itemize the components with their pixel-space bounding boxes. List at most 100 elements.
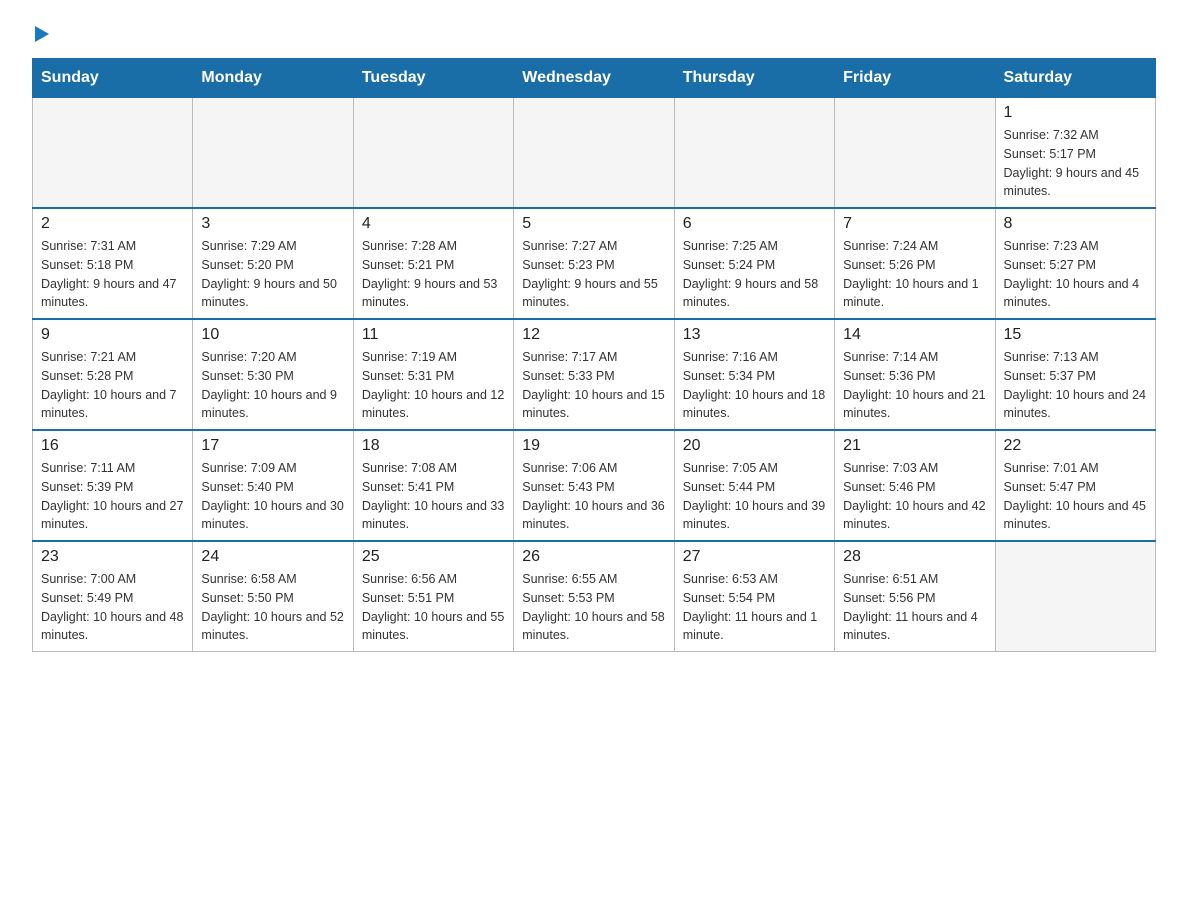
calendar-cell bbox=[995, 541, 1155, 652]
calendar-cell: 6 Sunrise: 7:25 AMSunset: 5:24 PMDaylight… bbox=[674, 208, 834, 319]
day-info: Sunrise: 6:56 AMSunset: 5:51 PMDaylight:… bbox=[362, 570, 505, 645]
weekday-header-friday: Friday bbox=[835, 59, 995, 98]
calendar-cell bbox=[33, 98, 193, 209]
day-number: 5 bbox=[522, 215, 665, 233]
day-info: Sunrise: 7:03 AMSunset: 5:46 PMDaylight:… bbox=[843, 459, 986, 534]
calendar-cell: 5 Sunrise: 7:27 AMSunset: 5:23 PMDaylight… bbox=[514, 208, 674, 319]
calendar-cell bbox=[674, 98, 834, 209]
calendar-cell bbox=[353, 98, 513, 209]
day-info: Sunrise: 7:08 AMSunset: 5:41 PMDaylight:… bbox=[362, 459, 505, 534]
calendar-cell: 4 Sunrise: 7:28 AMSunset: 5:21 PMDaylight… bbox=[353, 208, 513, 319]
day-number: 2 bbox=[41, 215, 184, 233]
weekday-header-sunday: Sunday bbox=[33, 59, 193, 98]
day-info: Sunrise: 7:29 AMSunset: 5:20 PMDaylight:… bbox=[201, 237, 344, 312]
day-number: 22 bbox=[1004, 437, 1147, 455]
day-info: Sunrise: 7:17 AMSunset: 5:33 PMDaylight:… bbox=[522, 348, 665, 423]
weekday-header-saturday: Saturday bbox=[995, 59, 1155, 98]
calendar-week-3: 9Sunrise: 7:21 AMSunset: 5:28 PMDaylight… bbox=[33, 319, 1156, 430]
calendar-cell bbox=[835, 98, 995, 209]
page-header bbox=[32, 24, 1156, 42]
day-info: Sunrise: 7:24 AMSunset: 5:26 PMDaylight:… bbox=[843, 237, 986, 312]
day-info: Sunrise: 7:16 AMSunset: 5:34 PMDaylight:… bbox=[683, 348, 826, 423]
calendar-table: SundayMondayTuesdayWednesdayThursdayFrid… bbox=[32, 58, 1156, 652]
weekday-header-row: SundayMondayTuesdayWednesdayThursdayFrid… bbox=[33, 59, 1156, 98]
day-info: Sunrise: 7:32 AMSunset: 5:17 PMDaylight:… bbox=[1004, 126, 1147, 201]
day-number: 23 bbox=[41, 548, 184, 566]
day-number: 7 bbox=[843, 215, 986, 233]
weekday-header-monday: Monday bbox=[193, 59, 353, 98]
day-number: 6 bbox=[683, 215, 826, 233]
day-number: 25 bbox=[362, 548, 505, 566]
calendar-cell: 27 Sunrise: 6:53 AMSunset: 5:54 PMDayligh… bbox=[674, 541, 834, 652]
day-info: Sunrise: 6:58 AMSunset: 5:50 PMDaylight:… bbox=[201, 570, 344, 645]
calendar-cell: 12 Sunrise: 7:17 AMSunset: 5:33 PMDayligh… bbox=[514, 319, 674, 430]
day-info: Sunrise: 7:09 AMSunset: 5:40 PMDaylight:… bbox=[201, 459, 344, 534]
day-number: 21 bbox=[843, 437, 986, 455]
day-number: 20 bbox=[683, 437, 826, 455]
day-number: 11 bbox=[362, 326, 505, 344]
calendar-cell: 14 Sunrise: 7:14 AMSunset: 5:36 PMDayligh… bbox=[835, 319, 995, 430]
calendar-cell: 13 Sunrise: 7:16 AMSunset: 5:34 PMDayligh… bbox=[674, 319, 834, 430]
calendar-week-2: 2 Sunrise: 7:31 AMSunset: 5:18 PMDaylight… bbox=[33, 208, 1156, 319]
day-number: 1 bbox=[1004, 104, 1147, 122]
calendar-cell: 10 Sunrise: 7:20 AMSunset: 5:30 PMDayligh… bbox=[193, 319, 353, 430]
day-number: 15 bbox=[1004, 326, 1147, 344]
calendar-cell: 22 Sunrise: 7:01 AMSunset: 5:47 PMDayligh… bbox=[995, 430, 1155, 541]
day-info: Sunrise: 7:20 AMSunset: 5:30 PMDaylight:… bbox=[201, 348, 344, 423]
day-info: Sunrise: 6:55 AMSunset: 5:53 PMDaylight:… bbox=[522, 570, 665, 645]
day-info: Sunrise: 7:31 AMSunset: 5:18 PMDaylight:… bbox=[41, 237, 184, 312]
day-number: 10 bbox=[201, 326, 344, 344]
calendar-cell: 15Sunrise: 7:13 AMSunset: 5:37 PMDayligh… bbox=[995, 319, 1155, 430]
calendar-cell: 26Sunrise: 6:55 AMSunset: 5:53 PMDayligh… bbox=[514, 541, 674, 652]
day-number: 12 bbox=[522, 326, 665, 344]
calendar-cell: 8 Sunrise: 7:23 AMSunset: 5:27 PMDaylight… bbox=[995, 208, 1155, 319]
day-number: 28 bbox=[843, 548, 986, 566]
day-info: Sunrise: 7:14 AMSunset: 5:36 PMDaylight:… bbox=[843, 348, 986, 423]
day-info: Sunrise: 7:05 AMSunset: 5:44 PMDaylight:… bbox=[683, 459, 826, 534]
calendar-cell: 2 Sunrise: 7:31 AMSunset: 5:18 PMDaylight… bbox=[33, 208, 193, 319]
day-info: Sunrise: 7:11 AMSunset: 5:39 PMDaylight:… bbox=[41, 459, 184, 534]
day-number: 19 bbox=[522, 437, 665, 455]
day-info: Sunrise: 7:23 AMSunset: 5:27 PMDaylight:… bbox=[1004, 237, 1147, 312]
day-info: Sunrise: 7:28 AMSunset: 5:21 PMDaylight:… bbox=[362, 237, 505, 312]
day-number: 13 bbox=[683, 326, 826, 344]
calendar-cell: 24Sunrise: 6:58 AMSunset: 5:50 PMDayligh… bbox=[193, 541, 353, 652]
calendar-cell: 9Sunrise: 7:21 AMSunset: 5:28 PMDaylight… bbox=[33, 319, 193, 430]
day-number: 8 bbox=[1004, 215, 1147, 233]
calendar-cell: 23Sunrise: 7:00 AMSunset: 5:49 PMDayligh… bbox=[33, 541, 193, 652]
calendar-week-5: 23Sunrise: 7:00 AMSunset: 5:49 PMDayligh… bbox=[33, 541, 1156, 652]
calendar-week-1: 1 Sunrise: 7:32 AMSunset: 5:17 PMDaylight… bbox=[33, 98, 1156, 209]
day-number: 27 bbox=[683, 548, 826, 566]
calendar-cell: 25 Sunrise: 6:56 AMSunset: 5:51 PMDayligh… bbox=[353, 541, 513, 652]
weekday-header-thursday: Thursday bbox=[674, 59, 834, 98]
calendar-week-4: 16 Sunrise: 7:11 AMSunset: 5:39 PMDayligh… bbox=[33, 430, 1156, 541]
day-info: Sunrise: 7:19 AMSunset: 5:31 PMDaylight:… bbox=[362, 348, 505, 423]
day-info: Sunrise: 7:21 AMSunset: 5:28 PMDaylight:… bbox=[41, 348, 184, 423]
logo bbox=[32, 24, 49, 42]
calendar-cell: 11 Sunrise: 7:19 AMSunset: 5:31 PMDayligh… bbox=[353, 319, 513, 430]
calendar-cell: 18Sunrise: 7:08 AMSunset: 5:41 PMDayligh… bbox=[353, 430, 513, 541]
day-number: 14 bbox=[843, 326, 986, 344]
day-number: 17 bbox=[201, 437, 344, 455]
day-info: Sunrise: 6:53 AMSunset: 5:54 PMDaylight:… bbox=[683, 570, 826, 645]
day-number: 16 bbox=[41, 437, 184, 455]
calendar-cell bbox=[514, 98, 674, 209]
day-info: Sunrise: 7:01 AMSunset: 5:47 PMDaylight:… bbox=[1004, 459, 1147, 534]
calendar-cell: 17 Sunrise: 7:09 AMSunset: 5:40 PMDayligh… bbox=[193, 430, 353, 541]
day-number: 4 bbox=[362, 215, 505, 233]
calendar-cell: 3 Sunrise: 7:29 AMSunset: 5:20 PMDaylight… bbox=[193, 208, 353, 319]
day-info: Sunrise: 7:25 AMSunset: 5:24 PMDaylight:… bbox=[683, 237, 826, 312]
day-number: 3 bbox=[201, 215, 344, 233]
calendar-cell: 28 Sunrise: 6:51 AMSunset: 5:56 PMDayligh… bbox=[835, 541, 995, 652]
calendar-cell: 16 Sunrise: 7:11 AMSunset: 5:39 PMDayligh… bbox=[33, 430, 193, 541]
logo-arrow-icon bbox=[35, 26, 49, 42]
day-info: Sunrise: 6:51 AMSunset: 5:56 PMDaylight:… bbox=[843, 570, 986, 645]
calendar-cell: 7 Sunrise: 7:24 AMSunset: 5:26 PMDaylight… bbox=[835, 208, 995, 319]
calendar-cell bbox=[193, 98, 353, 209]
calendar-cell: 1 Sunrise: 7:32 AMSunset: 5:17 PMDaylight… bbox=[995, 98, 1155, 209]
day-info: Sunrise: 7:27 AMSunset: 5:23 PMDaylight:… bbox=[522, 237, 665, 312]
calendar-cell: 21 Sunrise: 7:03 AMSunset: 5:46 PMDayligh… bbox=[835, 430, 995, 541]
calendar-cell: 20 Sunrise: 7:05 AMSunset: 5:44 PMDayligh… bbox=[674, 430, 834, 541]
weekday-header-wednesday: Wednesday bbox=[514, 59, 674, 98]
calendar-cell: 19Sunrise: 7:06 AMSunset: 5:43 PMDayligh… bbox=[514, 430, 674, 541]
